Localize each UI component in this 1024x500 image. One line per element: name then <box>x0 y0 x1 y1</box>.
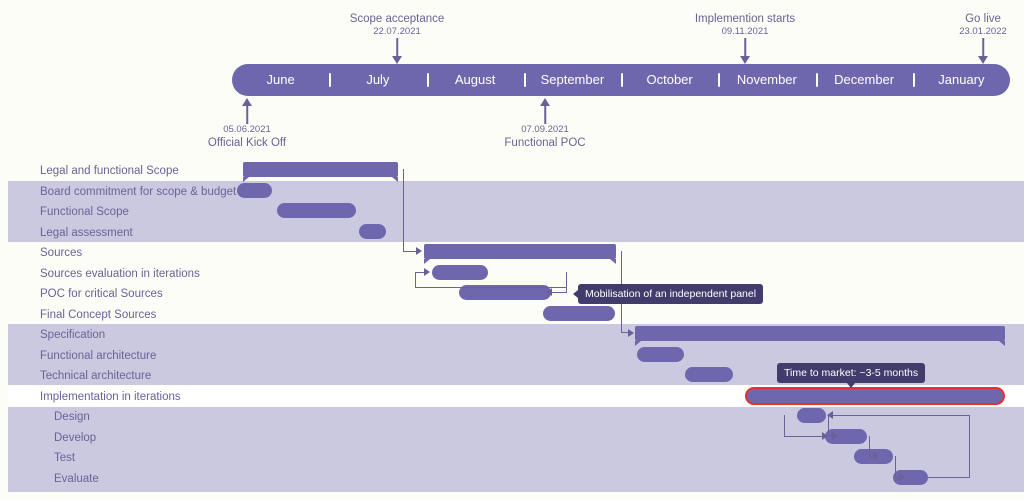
milestone-official-kick-off[interactable]: 05.06.2021 Official Kick Off <box>208 124 286 150</box>
gantt-bar-design[interactable] <box>797 408 826 423</box>
task-label-board-commitment-for-scope-budget[interactable]: Board commitment for scope & budget <box>40 186 236 198</box>
gantt-bar-sources[interactable] <box>424 244 616 264</box>
gantt-bar-legal-assessment[interactable] <box>359 224 386 239</box>
milestone-arrow-down-icon <box>740 56 750 64</box>
connector-arrow-icon <box>546 288 552 296</box>
task-label-specification[interactable]: Specification <box>40 329 105 341</box>
task-label-sources[interactable]: Sources <box>40 247 82 259</box>
connector-arrow-icon <box>832 432 838 440</box>
connector-iteration-entry <box>784 415 786 436</box>
task-label-sources-evaluation-in-iterations[interactable]: Sources evaluation in iterations <box>40 268 200 280</box>
connector-iteration-entry <box>784 436 824 438</box>
milestone-arrow-up-icon <box>242 98 252 106</box>
connector-poc-feedback <box>552 292 566 294</box>
gantt-bar-legal-and-functional-scope[interactable] <box>243 162 398 182</box>
connector-arrow-icon <box>628 329 634 337</box>
gantt-bar-final-concept-sources[interactable] <box>543 306 615 321</box>
gantt-bar-board-commitment-for-scope-budget[interactable] <box>237 183 272 198</box>
connector-arrow-icon <box>424 268 430 276</box>
milestone-leader-line <box>544 106 546 124</box>
milestone-date: 07.09.2021 <box>521 124 569 135</box>
task-label-technical-architecture[interactable]: Technical architecture <box>40 370 151 382</box>
task-label-legal-and-functional-scope[interactable]: Legal and functional Scope <box>40 165 179 177</box>
timeline-month-january[interactable]: January <box>912 64 1010 96</box>
connector-arrow-icon <box>416 247 422 255</box>
gantt-chart: Scope acceptance 22.07.2021 Implemention… <box>0 0 1024 500</box>
task-label-develop[interactable]: Develop <box>54 432 96 444</box>
gantt-bar-implementation-in-iterations[interactable] <box>745 387 1005 405</box>
connector-sources-evaluation-loop <box>415 287 567 289</box>
milestone-title: Scope acceptance <box>349 13 445 25</box>
milestone-date: 22.07.2021 <box>373 26 421 37</box>
gantt-bar-technical-architecture[interactable] <box>685 367 733 382</box>
gantt-bar-sources-evaluation-in-iterations[interactable] <box>432 265 488 280</box>
timeline-bar[interactable]: June July August September October Novem… <box>232 64 1010 96</box>
gantt-bar-specification[interactable] <box>635 326 1005 346</box>
milestone-date: 09.11.2021 <box>721 26 769 37</box>
milestone-leader-line <box>982 38 984 58</box>
milestone-arrow-down-icon <box>392 56 402 64</box>
task-label-final-concept-sources[interactable]: Final Concept Sources <box>40 309 156 321</box>
task-label-test[interactable]: Test <box>54 452 75 464</box>
milestone-leader-line <box>246 106 248 124</box>
connector-scope-to-sources <box>403 169 405 252</box>
connector-arrow-icon <box>899 473 905 481</box>
milestone-leader-line <box>744 38 746 58</box>
connector-poc-feedback <box>566 287 568 293</box>
connector-sources-evaluation-loop <box>566 272 568 288</box>
milestone-implemention-starts[interactable]: Implemention starts 09.11.2021 <box>695 12 795 38</box>
annotation-time-to-market[interactable]: Time to market: ~3-5 months <box>777 363 926 388</box>
milestone-go-live[interactable]: Go live 23.01.2022 <box>959 12 1007 38</box>
connector-evaluate-loop-to-design <box>833 415 969 417</box>
milestone-date: 23.01.2022 <box>959 26 1007 37</box>
gantt-bar-functional-architecture[interactable] <box>637 347 684 362</box>
task-label-implementation-in-iterations[interactable]: Implementation in iterations <box>40 391 181 403</box>
connector-develop-to-test <box>869 436 871 456</box>
timeline-month-july[interactable]: July <box>329 64 426 96</box>
timeline-month-june[interactable]: June <box>232 64 329 96</box>
milestone-leader-line <box>396 38 398 58</box>
gantt-bar-functional-scope[interactable] <box>277 203 356 218</box>
task-label-design[interactable]: Design <box>54 411 90 423</box>
milestone-title: Functional POC <box>504 137 586 149</box>
task-label-poc-for-critical-sources[interactable]: POC for critical Sources <box>40 288 163 300</box>
task-label-legal-assessment[interactable]: Legal assessment <box>40 227 133 239</box>
timeline-month-december[interactable]: December <box>815 64 913 96</box>
connector-arrow-icon <box>873 452 879 460</box>
annotation-mobilisation-panel[interactable]: Mobilisation of an independent panel <box>572 284 764 304</box>
connector-arrow-icon <box>827 411 833 419</box>
connector-evaluate-loop-to-design <box>969 415 971 477</box>
milestone-date: 05.06.2021 <box>223 124 271 135</box>
milestone-arrow-down-icon <box>978 56 988 64</box>
timeline-month-september[interactable]: September <box>523 64 621 96</box>
timeline-month-october[interactable]: October <box>621 64 718 96</box>
connector-sources-evaluation-loop <box>415 272 417 288</box>
connector-test-to-evaluate <box>895 456 897 477</box>
task-label-evaluate[interactable]: Evaluate <box>54 473 99 485</box>
milestone-arrow-up-icon <box>540 98 550 106</box>
connector-scope-to-sources <box>403 251 417 253</box>
milestone-scope-acceptance[interactable]: Scope acceptance 22.07.2021 <box>350 12 445 38</box>
task-label-functional-architecture[interactable]: Functional architecture <box>40 350 156 362</box>
milestone-functional-poc[interactable]: 07.09.2021 Functional POC <box>504 124 585 150</box>
task-label-functional-scope[interactable]: Functional Scope <box>40 206 129 218</box>
connector-evaluate-loop-to-design <box>928 477 970 479</box>
milestone-title: Go live <box>965 13 1001 25</box>
connector-arrow-icon <box>822 432 828 440</box>
timeline-month-august[interactable]: August <box>426 64 524 96</box>
milestone-title: Official Kick Off <box>207 137 287 149</box>
timeline-month-november[interactable]: November <box>718 64 815 96</box>
milestone-title: Implemention starts <box>694 13 796 25</box>
